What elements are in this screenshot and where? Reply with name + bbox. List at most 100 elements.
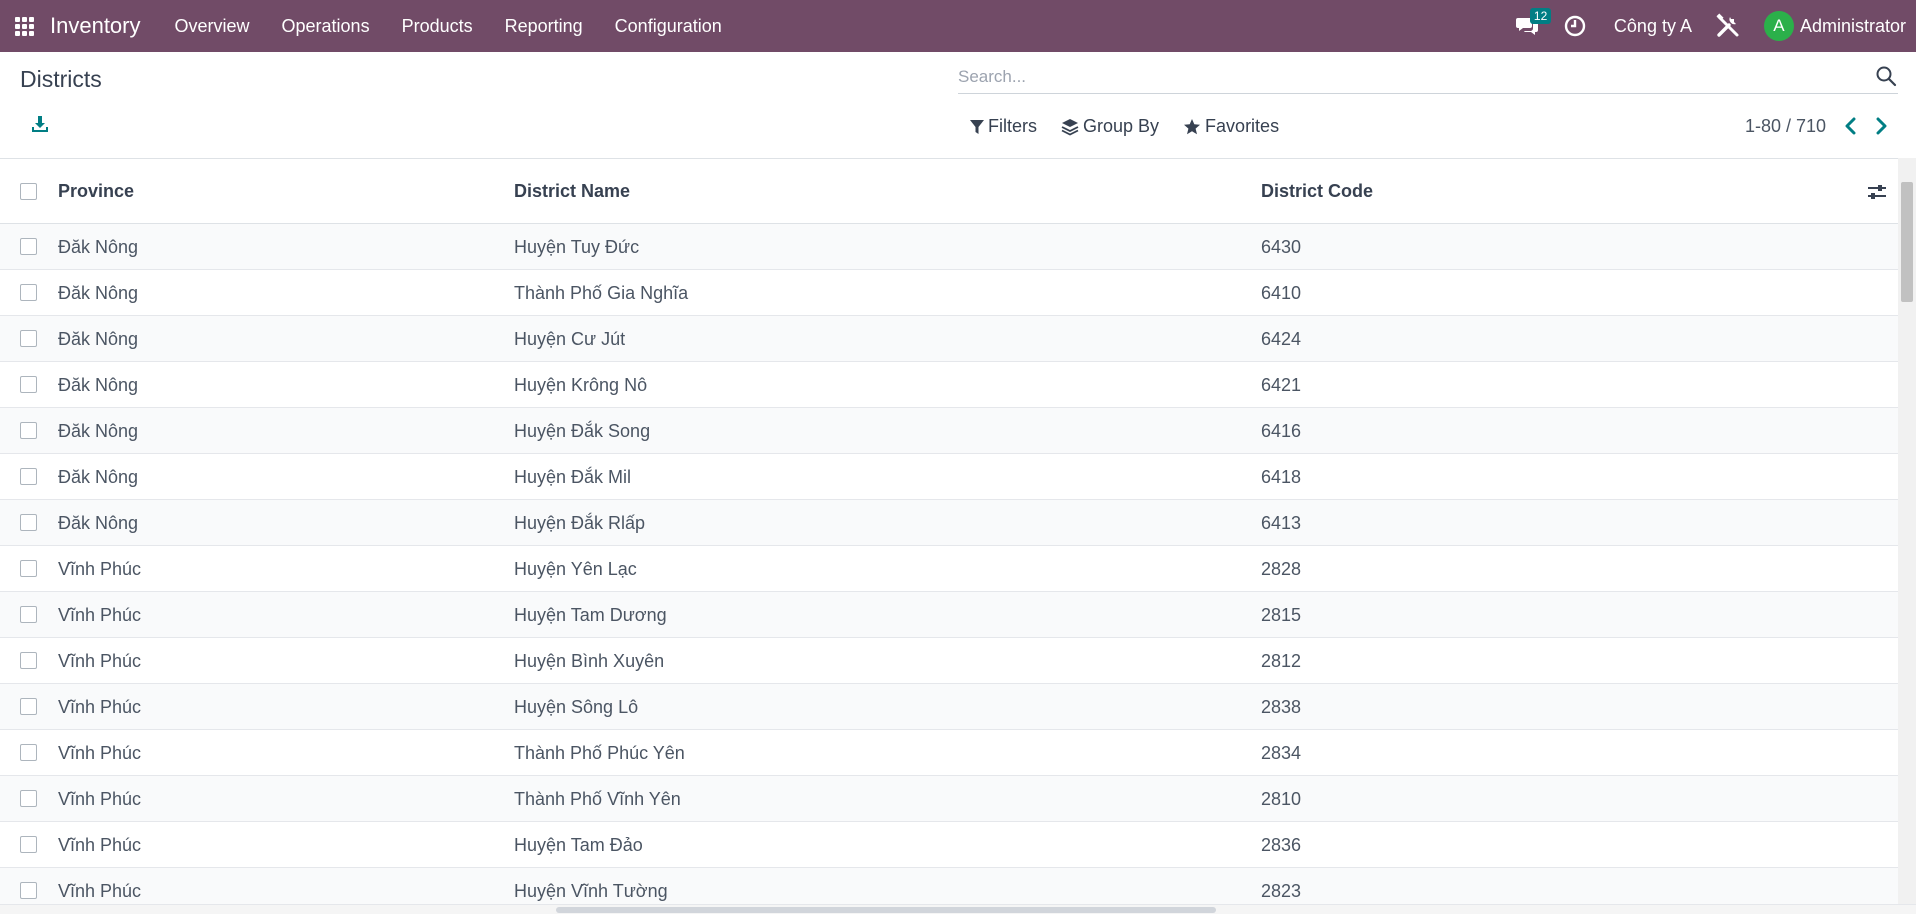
row-checkbox[interactable] <box>20 652 37 669</box>
tools-icon <box>1716 13 1739 37</box>
table-row[interactable]: Đăk Nông Thành Phố Gia Nghĩa 6410 <box>0 270 1898 316</box>
select-all-checkbox[interactable] <box>20 183 37 200</box>
table-row[interactable]: Vĩnh Phúc Huyện Sông Lô 2838 <box>0 684 1898 730</box>
search-options: Filters Group By Favorites <box>970 116 1303 137</box>
cell-district-code: 2838 <box>1261 697 1302 717</box>
row-checkbox[interactable] <box>20 468 37 485</box>
cell-province: Đăk Nông <box>58 375 139 395</box>
cell-district-code: 2836 <box>1261 835 1302 855</box>
row-checkbox[interactable] <box>20 284 37 301</box>
cell-province: Vĩnh Phúc <box>58 835 142 855</box>
top-navbar: Inventory Overview Operations Products R… <box>0 0 1916 52</box>
table-row[interactable]: Vĩnh Phúc Thành Phố Vĩnh Yên 2810 <box>0 776 1898 822</box>
filter-icon <box>970 119 984 134</box>
cell-district-name: Huyện Đắk Rlấp <box>514 513 646 533</box>
row-checkbox[interactable] <box>20 376 37 393</box>
favorites-button[interactable]: Favorites <box>1183 116 1279 137</box>
cell-district-name: Huyện Cư Jút <box>514 329 626 349</box>
cell-district-code: 6421 <box>1261 375 1302 395</box>
avatar: A <box>1763 11 1794 41</box>
row-checkbox[interactable] <box>20 698 37 715</box>
cell-district-code: 2823 <box>1261 881 1302 901</box>
cell-district-code: 6410 <box>1261 283 1302 303</box>
menu-configuration[interactable]: Configuration <box>599 0 738 52</box>
menu-overview[interactable]: Overview <box>159 0 266 52</box>
cell-province: Vĩnh Phúc <box>58 651 142 671</box>
chat-count-badge: 12 <box>1529 8 1552 24</box>
horizontal-scrollbar-thumb[interactable] <box>556 907 1216 913</box>
search-icon[interactable] <box>1874 64 1898 88</box>
cell-district-name: Huyện Vĩnh Tường <box>514 881 668 901</box>
debug-menu[interactable] <box>1706 0 1750 52</box>
messaging-menu[interactable]: 12 <box>1506 0 1552 52</box>
districts-table: Province District Name District Code Đăk… <box>0 158 1898 904</box>
cell-district-name: Huyện Đắk Song <box>514 421 651 441</box>
cell-district-name: Huyện Tuy Đức <box>514 237 640 257</box>
table-row[interactable]: Vĩnh Phúc Huyện Tam Đảo 2836 <box>0 822 1898 868</box>
cell-province: Đăk Nông <box>58 329 139 349</box>
row-checkbox[interactable] <box>20 882 37 899</box>
download-icon <box>32 116 48 132</box>
vertical-scrollbar[interactable] <box>1898 158 1916 904</box>
cell-district-code: 2810 <box>1261 789 1302 809</box>
user-menu[interactable]: A Administrator <box>1750 11 1916 41</box>
cell-province: Vĩnh Phúc <box>58 697 142 717</box>
favorites-label: Favorites <box>1205 116 1280 136</box>
table-row[interactable]: Vĩnh Phúc Thành Phố Phúc Yên 2834 <box>0 730 1898 776</box>
table-row[interactable]: Vĩnh Phúc Huyện Vĩnh Tường 2823 <box>0 868 1898 904</box>
table-row[interactable]: Vĩnh Phúc Huyện Tam Dương 2815 <box>0 592 1898 638</box>
row-checkbox[interactable] <box>20 744 37 761</box>
cell-district-name: Thành Phố Vĩnh Yên <box>514 789 681 809</box>
row-checkbox[interactable] <box>20 790 37 807</box>
clock-icon <box>1564 15 1586 37</box>
menu-operations[interactable]: Operations <box>266 0 386 52</box>
apps-grid-icon[interactable] <box>0 0 48 52</box>
table-row[interactable]: Vĩnh Phúc Huyện Yên Lạc 2828 <box>0 546 1898 592</box>
cell-province: Vĩnh Phúc <box>58 605 142 625</box>
cell-district-name: Huyện Sông Lô <box>514 697 639 717</box>
cell-district-code: 6430 <box>1261 237 1302 257</box>
group-by-button[interactable]: Group By <box>1061 116 1159 137</box>
navbar-systray: 12 Công ty A A Administrator <box>1506 0 1916 52</box>
chevron-left-icon[interactable] <box>1840 115 1862 137</box>
activity-menu[interactable] <box>1550 0 1600 52</box>
table-row[interactable]: Đăk Nông Huyện Đắk Song 6416 <box>0 408 1898 454</box>
pager-value[interactable]: 1-80 / 710 <box>1745 116 1826 137</box>
cell-province: Đăk Nông <box>58 237 139 257</box>
cell-province: Đăk Nông <box>58 283 139 303</box>
row-checkbox[interactable] <box>20 560 37 577</box>
cell-district-name: Huyện Tam Dương <box>514 605 667 625</box>
table-row[interactable]: Đăk Nông Huyện Krông Nô 6421 <box>0 362 1898 408</box>
menu-products[interactable]: Products <box>386 0 489 52</box>
cell-district-code: 6424 <box>1261 329 1302 349</box>
sliders-icon[interactable] <box>1866 181 1888 203</box>
column-header-province[interactable]: Province <box>58 159 134 224</box>
cell-district-name: Huyện Krông Nô <box>514 375 648 395</box>
table-row[interactable]: Đăk Nông Huyện Đắk Mil 6418 <box>0 454 1898 500</box>
table-row[interactable]: Đăk Nông Huyện Cư Jút 6424 <box>0 316 1898 362</box>
row-checkbox[interactable] <box>20 514 37 531</box>
search-input[interactable] <box>958 62 1838 92</box>
export-button[interactable] <box>30 114 54 138</box>
app-brand[interactable]: Inventory <box>50 13 141 39</box>
table-row[interactable]: Đăk Nông Huyện Đắk Rlấp 6413 <box>0 500 1898 546</box>
filters-button[interactable]: Filters <box>970 116 1037 137</box>
column-header-district-name[interactable]: District Name <box>514 159 630 224</box>
chevron-right-icon[interactable] <box>1870 115 1892 137</box>
row-checkbox[interactable] <box>20 606 37 623</box>
table-row[interactable]: Đăk Nông Huyện Tuy Đức 6430 <box>0 224 1898 270</box>
horizontal-scrollbar[interactable] <box>0 904 1916 914</box>
row-checkbox[interactable] <box>20 330 37 347</box>
page-title: Districts <box>20 66 102 92</box>
cell-province: Vĩnh Phúc <box>58 559 142 579</box>
row-checkbox[interactable] <box>20 238 37 255</box>
vertical-scrollbar-thumb[interactable] <box>1901 182 1913 302</box>
layers-icon <box>1061 118 1079 136</box>
column-header-district-code[interactable]: District Code <box>1261 159 1373 224</box>
menu-reporting[interactable]: Reporting <box>489 0 599 52</box>
row-checkbox[interactable] <box>20 836 37 853</box>
cell-province: Đăk Nông <box>58 467 139 487</box>
row-checkbox[interactable] <box>20 422 37 439</box>
company-switcher[interactable]: Công ty A <box>1600 16 1706 37</box>
table-row[interactable]: Vĩnh Phúc Huyện Bình Xuyên 2812 <box>0 638 1898 684</box>
